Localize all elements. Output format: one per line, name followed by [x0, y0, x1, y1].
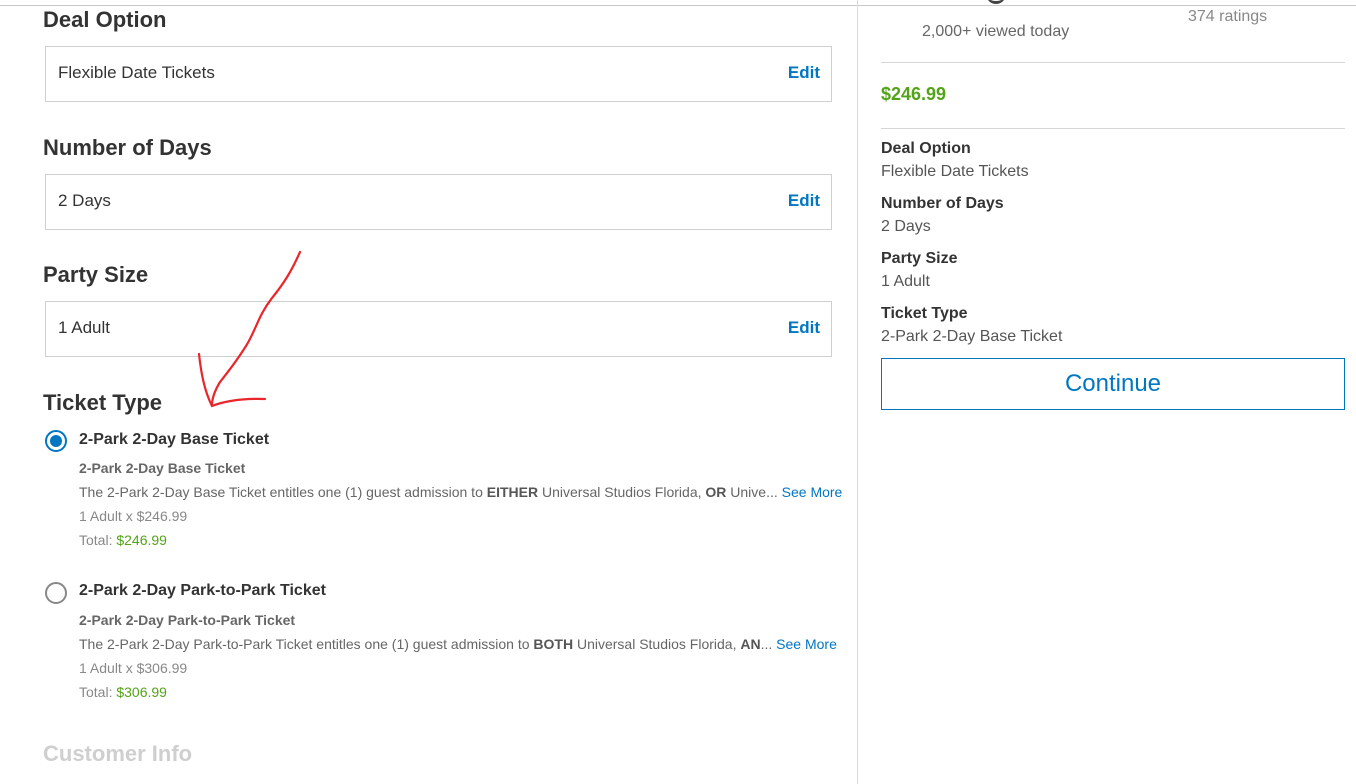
party-size-box: 1 Adult Edit	[45, 301, 832, 357]
party-size-edit-link[interactable]: Edit	[788, 318, 820, 338]
deal-option-heading: Deal Option	[43, 7, 167, 32]
summary-number-of-days-label: Number of Days	[881, 195, 1004, 212]
ticket-option-base-quantity: 1 Adult x $246.99	[79, 508, 188, 524]
summary-number-of-days-value: 2 Days	[881, 218, 931, 235]
viewed-today-text: 2,000+ viewed today	[922, 23, 1070, 40]
summary-ticket-type-label: Ticket Type	[881, 305, 968, 322]
top-border	[0, 5, 1356, 6]
summary-deal-option-value: Flexible Date Tickets	[881, 163, 1029, 180]
summary-ticket-type-value: 2-Park 2-Day Base Ticket	[881, 328, 1063, 345]
ticket-option-base-description: The 2-Park 2-Day Base Ticket entitles on…	[79, 484, 843, 500]
sidebar-divider-top	[881, 62, 1345, 63]
sidebar-price: $246.99	[881, 84, 947, 104]
number-of-days-edit-link[interactable]: Edit	[788, 191, 820, 211]
deal-option-box: Flexible Date Tickets Edit	[45, 46, 832, 102]
ticket-option-base-radio[interactable]	[45, 430, 67, 452]
ticket-option-base-see-more-link[interactable]: See More	[782, 484, 843, 500]
number-of-days-heading: Number of Days	[43, 135, 212, 160]
annotation-arrow-head	[197, 352, 267, 408]
ticket-option-park-to-park-radio[interactable]	[45, 582, 67, 604]
ticket-option-base-subtitle: 2-Park 2-Day Base Ticket	[79, 460, 246, 476]
rating-badge-partial	[986, 0, 1006, 4]
column-divider	[857, 0, 858, 784]
ratings-count[interactable]: 374 ratings	[1188, 8, 1267, 26]
summary-deal-option-label: Deal Option	[881, 140, 971, 157]
party-size-value: 1 Adult	[58, 318, 110, 337]
ticket-option-base-total: Total: $246.99	[79, 532, 167, 548]
ticket-option-base-title[interactable]: 2-Park 2-Day Base Ticket	[79, 431, 269, 449]
ticket-option-park-to-park-subtitle: 2-Park 2-Day Park-to-Park Ticket	[79, 612, 296, 628]
customer-info-heading: Customer Info	[43, 741, 193, 766]
continue-button[interactable]: Continue	[881, 358, 1345, 410]
ticket-option-park-to-park-title[interactable]: 2-Park 2-Day Park-to-Park Ticket	[79, 582, 326, 600]
ticket-option-park-to-park-see-more-link[interactable]: See More	[776, 636, 837, 652]
summary-party-size-label: Party Size	[881, 250, 958, 267]
summary-party-size-value: 1 Adult	[881, 273, 930, 290]
number-of-days-value: 2 Days	[58, 191, 111, 210]
sidebar-divider-bottom	[881, 128, 1345, 129]
deal-option-edit-link[interactable]: Edit	[788, 63, 820, 83]
ticket-option-park-to-park-quantity: 1 Adult x $306.99	[79, 660, 188, 676]
ticket-type-heading: Ticket Type	[43, 390, 163, 415]
party-size-heading: Party Size	[43, 262, 149, 287]
ticket-option-park-to-park-description: The 2-Park 2-Day Park-to-Park Ticket ent…	[79, 636, 837, 652]
number-of-days-box: 2 Days Edit	[45, 174, 832, 230]
ticket-option-park-to-park-total: Total: $306.99	[79, 684, 167, 700]
deal-option-value: Flexible Date Tickets	[58, 63, 215, 82]
